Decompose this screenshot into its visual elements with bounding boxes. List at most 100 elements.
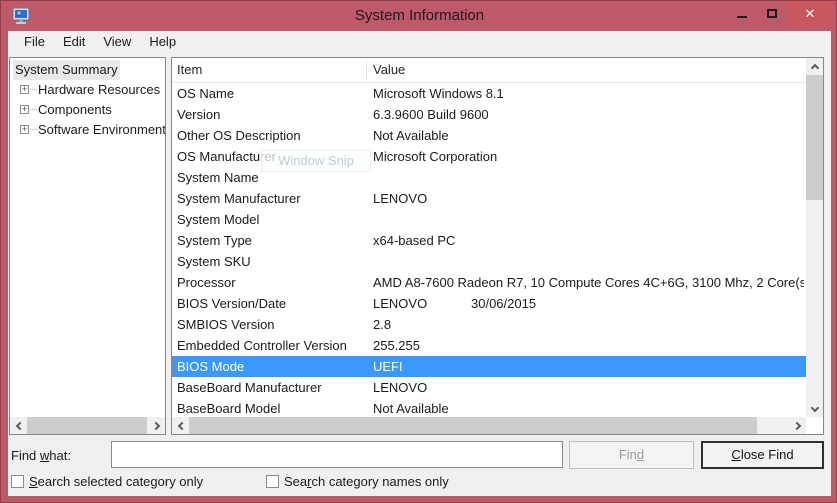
tree-item-hardware-resources[interactable]: + Hardware Resources xyxy=(10,80,165,100)
row-value: Microsoft Windows 8.1 xyxy=(373,83,804,104)
expand-plus-icon[interactable]: + xyxy=(20,85,29,94)
row-item: BaseBoard Manufacturer xyxy=(177,377,368,398)
table-row[interactable]: System ManufacturerLENOVO xyxy=(172,188,806,209)
chevron-left-icon xyxy=(15,421,23,429)
tree-item-label: System Summary xyxy=(13,60,120,80)
close-find-button[interactable]: Close Find xyxy=(701,441,824,469)
column-divider[interactable] xyxy=(366,61,367,80)
close-icon: ✕ xyxy=(805,6,816,22)
row-item: System Type xyxy=(177,230,368,251)
tree-item-software-environment[interactable]: + Software Environment xyxy=(10,120,165,140)
chevron-left-icon xyxy=(177,421,185,429)
chevron-down-icon xyxy=(810,403,818,411)
list-horizontal-scrollbar[interactable] xyxy=(172,417,806,434)
table-row[interactable]: System SKU xyxy=(172,251,806,272)
scrollbar-thumb[interactable] xyxy=(806,75,823,200)
table-row[interactable]: BaseBoard ManufacturerLENOVO xyxy=(172,377,806,398)
table-row[interactable]: Embedded Controller Version255.255 xyxy=(172,335,806,356)
system-information-window: System Information ✕ FileEditViewHelp Sy… xyxy=(0,0,837,503)
row-item: Processor xyxy=(177,272,368,293)
find-button[interactable]: Find xyxy=(569,441,694,469)
list-rows: OS NameMicrosoft Windows 8.1Version6.3.9… xyxy=(172,83,806,419)
checkbox-icon xyxy=(266,475,279,488)
scroll-right-button[interactable] xyxy=(789,417,806,434)
scroll-left-button[interactable] xyxy=(172,417,189,434)
find-what-label: Find what: xyxy=(11,448,71,463)
minimize-button[interactable] xyxy=(727,1,757,26)
row-value: Not Available xyxy=(373,398,804,419)
table-row[interactable]: System Typex64-based PC xyxy=(172,230,806,251)
scrollbar-thumb[interactable] xyxy=(189,417,757,434)
menu-view[interactable]: View xyxy=(94,31,140,53)
row-item: OS Name xyxy=(177,83,368,104)
scroll-up-button[interactable] xyxy=(806,58,823,75)
menu-edit[interactable]: Edit xyxy=(54,31,94,53)
detail-list-pane: Item Value OS NameMicrosoft Windows 8.1V… xyxy=(171,57,824,435)
checkbox-label: Search selected category only xyxy=(29,474,203,489)
checkbox-label: Search category names only xyxy=(284,474,449,489)
minimize-icon xyxy=(737,16,747,18)
scroll-left-button[interactable] xyxy=(10,417,27,434)
tree-item-system-summary[interactable]: System Summary xyxy=(10,60,165,80)
scrollbar-thumb[interactable] xyxy=(27,417,147,434)
tree-item-label: Software Environment xyxy=(38,122,165,137)
table-row[interactable]: BIOS Version/DateLENOVO30/06/2015 xyxy=(172,293,806,314)
column-header-item[interactable]: Item xyxy=(177,62,202,77)
chevron-up-icon xyxy=(810,63,818,71)
scroll-right-button[interactable] xyxy=(148,417,165,434)
row-value: 2.8 xyxy=(373,314,804,335)
row-value: Not Available xyxy=(373,125,804,146)
table-row[interactable]: BaseBoard ModelNot Available xyxy=(172,398,806,419)
tree-item-label: Components xyxy=(38,102,112,117)
search-category-names-checkbox[interactable]: Search category names only xyxy=(266,474,449,489)
row-item: Other OS Description xyxy=(177,125,368,146)
tree-item-label: Hardware Resources xyxy=(38,82,160,97)
chevron-right-icon xyxy=(151,421,159,429)
titlebar: System Information ✕ xyxy=(1,1,837,31)
table-row[interactable]: System Model xyxy=(172,209,806,230)
table-row[interactable]: Version6.3.9600 Build 9600 xyxy=(172,104,806,125)
row-value: 255.255 xyxy=(373,335,804,356)
category-tree-pane: System Summary + Hardware Resources + Compo… xyxy=(9,57,166,435)
row-value-date: 30/06/2015 xyxy=(471,293,536,314)
find-input[interactable] xyxy=(111,441,563,468)
row-value: 6.3.9600 Build 9600 xyxy=(373,104,804,125)
row-item: BIOS Mode xyxy=(177,356,368,377)
row-value: LENOVO xyxy=(373,377,804,398)
scroll-down-button[interactable] xyxy=(806,400,823,417)
row-value: LENOVO xyxy=(373,188,804,209)
search-selected-category-checkbox[interactable]: Search selected category only xyxy=(11,474,203,489)
menu-help[interactable]: Help xyxy=(140,31,185,53)
maximize-button[interactable] xyxy=(757,1,787,26)
maximize-icon xyxy=(767,9,777,18)
row-item: Version xyxy=(177,104,368,125)
row-item: System SKU xyxy=(177,251,368,272)
window-title: System Information xyxy=(1,7,837,24)
row-value: x64-based PC xyxy=(373,230,804,251)
row-value: Microsoft Corporation xyxy=(373,146,804,167)
table-row[interactable]: ProcessorAMD A8-7600 Radeon R7, 10 Compu… xyxy=(172,272,806,293)
chevron-right-icon xyxy=(792,421,800,429)
table-row[interactable]: SMBIOS Version2.8 xyxy=(172,314,806,335)
row-item: BIOS Version/Date xyxy=(177,293,368,314)
list-header: Item Value xyxy=(172,58,806,83)
column-header-value[interactable]: Value xyxy=(373,62,405,77)
tree-item-components[interactable]: + Components xyxy=(10,100,165,120)
expand-plus-icon[interactable]: + xyxy=(20,125,29,134)
menu-file[interactable]: File xyxy=(15,31,54,53)
table-row[interactable]: Other OS DescriptionNot Available xyxy=(172,125,806,146)
row-value: LENOVO xyxy=(373,293,804,314)
row-value: AMD A8-7600 Radeon R7, 10 Compute Cores … xyxy=(373,272,804,293)
tree-horizontal-scrollbar[interactable] xyxy=(10,417,165,434)
table-row[interactable]: OS NameMicrosoft Windows 8.1 xyxy=(172,83,806,104)
table-row[interactable]: BIOS ModeUEFI xyxy=(172,356,806,377)
list-vertical-scrollbar[interactable] xyxy=(806,58,823,417)
close-button[interactable]: ✕ xyxy=(787,1,833,26)
row-item: SMBIOS Version xyxy=(177,314,368,335)
client-area: FileEditViewHelp System Summary + Hardwar… xyxy=(8,31,831,496)
row-item: System Model xyxy=(177,209,368,230)
row-item: Embedded Controller Version xyxy=(177,335,368,356)
menu-bar: FileEditViewHelp xyxy=(8,31,185,54)
row-item: BaseBoard Model xyxy=(177,398,368,419)
expand-plus-icon[interactable]: + xyxy=(20,105,29,114)
